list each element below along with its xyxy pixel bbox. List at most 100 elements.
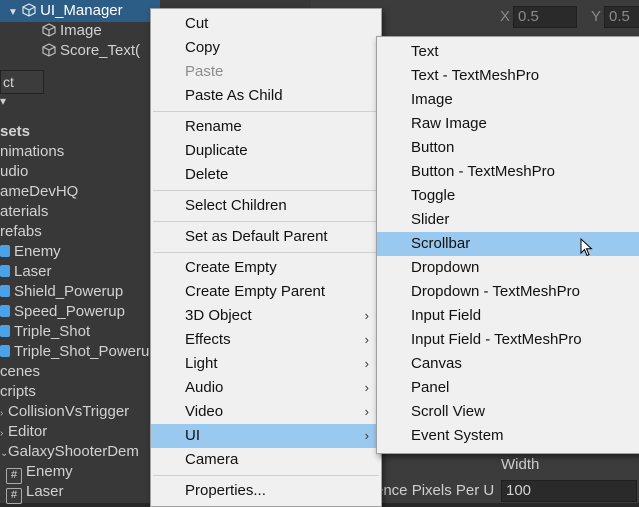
menu-item-select-children[interactable]: Select Children — [151, 194, 381, 218]
menu-separator — [153, 111, 379, 112]
submenu-item-scroll-view[interactable]: Scroll View — [377, 400, 639, 424]
project-item-shield-powerup[interactable]: Shield_Powerup — [0, 282, 123, 302]
project-item-laser-prefab[interactable]: Laser — [0, 262, 52, 282]
menu-item-paste[interactable]: Paste — [151, 60, 381, 84]
item-label: Triple_Shot_Poweru — [14, 343, 150, 360]
project-folder-editor[interactable]: › Editor — [0, 422, 47, 442]
item-label: Triple_Shot — [14, 323, 91, 340]
submenu-item-toggle[interactable]: Toggle — [377, 184, 639, 208]
script-hash-icon: # — [6, 488, 22, 504]
submenu-arrow-icon: › — [364, 356, 369, 371]
submenu-item-image[interactable]: Image — [377, 88, 639, 112]
menu-item-effects[interactable]: Effects › — [151, 328, 381, 352]
submenu-item-slider[interactable]: Slider — [377, 208, 639, 232]
menu-item-ui[interactable]: UI › — [151, 424, 381, 448]
project-folder-gamedevhq[interactable]: ameDevHQ — [0, 182, 78, 202]
menu-item-set-default-parent[interactable]: Set as Default Parent — [151, 225, 381, 249]
menu-item-delete[interactable]: Delete — [151, 163, 381, 187]
project-folder-galaxyshooterdemo[interactable]: ⌄GalaxyShooterDem — [0, 442, 139, 462]
folder-arrow-icon[interactable]: › — [0, 404, 8, 424]
hierarchy-label: Score_Text( — [60, 42, 141, 59]
project-item-laser-script[interactable]: # Laser — [6, 482, 64, 504]
hierarchy-label: UI_Manager — [40, 2, 123, 19]
item-label: Laser — [14, 263, 52, 280]
project-tab[interactable]: ct — [0, 70, 44, 94]
submenu-item-text-textmeshpro[interactable]: Text - TextMeshPro — [377, 64, 639, 88]
width-label: Width — [501, 456, 540, 473]
item-label: Enemy — [26, 463, 73, 480]
item-label: Editor — [8, 423, 48, 440]
hierarchy-item-image[interactable]: Image — [42, 20, 102, 42]
submenu-item-raw-image[interactable]: Raw Image — [377, 112, 639, 136]
chevron-icon: ▾ — [0, 94, 7, 108]
submenu-item-input-field-textmeshpro[interactable]: Input Field - TextMeshPro — [377, 328, 639, 352]
submenu-item-canvas[interactable]: Canvas — [377, 352, 639, 376]
project-folder-materials[interactable]: aterials — [0, 202, 48, 222]
y-field[interactable]: 0.5 — [604, 6, 639, 28]
reference-ppu-field[interactable]: 100 — [501, 480, 637, 502]
project-folder-prefabs[interactable]: refabs — [0, 222, 42, 242]
submenu-item-event-system[interactable]: Event System — [377, 424, 639, 448]
project-folder-collisionvstrigger[interactable]: › CollisionVsTrigger — [0, 402, 129, 422]
project-item-enemy-script[interactable]: # Enemy — [6, 462, 73, 484]
menu-separator — [153, 252, 379, 253]
gameobject-cube-icon — [42, 43, 56, 57]
x-field[interactable]: 0.5 — [513, 6, 577, 28]
ui-submenu: Text Text - TextMeshPro Image Raw Image … — [376, 36, 639, 454]
menu-separator — [153, 190, 379, 191]
submenu-item-scrollbar[interactable]: Scrollbar — [377, 232, 639, 256]
menu-item-create-empty[interactable]: Create Empty — [151, 256, 381, 280]
item-label: Shield_Powerup — [14, 283, 124, 300]
prefab-icon — [0, 265, 10, 277]
menu-item-cut[interactable]: Cut — [151, 12, 381, 36]
hierarchy-item-ui-manager[interactable]: ▼ UI_Manager — [0, 0, 160, 22]
prefab-icon — [0, 345, 10, 357]
mouse-cursor-icon — [580, 238, 593, 257]
project-folder-scenes[interactable]: cenes — [0, 362, 40, 382]
menu-separator — [153, 221, 379, 222]
project-folder-animations[interactable]: nimations — [0, 142, 64, 162]
menu-item-camera[interactable]: Camera — [151, 448, 381, 472]
submenu-item-button[interactable]: Button — [377, 136, 639, 160]
menu-item-video[interactable]: Video › — [151, 400, 381, 424]
submenu-item-dropdown-textmeshpro[interactable]: Dropdown - TextMeshPro — [377, 280, 639, 304]
folder-arrow-icon[interactable]: › — [0, 424, 8, 444]
hierarchy-context-menu: Cut Copy Paste Paste As Child Rename Dup… — [150, 8, 382, 507]
submenu-item-input-field[interactable]: Input Field — [377, 304, 639, 328]
submenu-arrow-icon: › — [364, 404, 369, 419]
project-item-triple-shot[interactable]: Triple_Shot — [0, 322, 90, 342]
menu-item-light[interactable]: Light › — [151, 352, 381, 376]
item-label: Enemy — [14, 243, 61, 260]
menu-item-copy[interactable]: Copy — [151, 36, 381, 60]
submenu-arrow-icon: › — [364, 308, 369, 323]
project-folder-assets[interactable]: sets — [0, 122, 30, 142]
menu-item-properties[interactable]: Properties... — [151, 479, 381, 503]
menu-item-create-empty-parent[interactable]: Create Empty Parent — [151, 280, 381, 304]
hierarchy-item-score-text[interactable]: Score_Text( — [42, 40, 140, 62]
collapse-arrow-icon[interactable]: ▼ — [8, 7, 18, 18]
submenu-item-button-textmeshpro[interactable]: Button - TextMeshPro — [377, 160, 639, 184]
item-label: CollisionVsTrigger — [8, 403, 130, 420]
reference-ppu-label: ence Pixels Per U — [375, 482, 495, 499]
prefab-icon — [0, 285, 10, 297]
menu-item-audio[interactable]: Audio › — [151, 376, 381, 400]
submenu-arrow-icon: › — [364, 428, 369, 443]
submenu-arrow-icon: › — [364, 332, 369, 347]
folder-arrow-icon[interactable]: ⌄ — [0, 444, 8, 464]
y-label: Y — [591, 8, 602, 25]
menu-item-3d-object[interactable]: 3D Object › — [151, 304, 381, 328]
submenu-item-panel[interactable]: Panel — [377, 376, 639, 400]
project-folder-scripts[interactable]: cripts — [0, 382, 36, 402]
prefab-icon — [0, 305, 10, 317]
project-item-enemy-prefab[interactable]: Enemy — [0, 242, 61, 262]
item-label: Speed_Powerup — [14, 303, 125, 320]
menu-item-duplicate[interactable]: Duplicate — [151, 139, 381, 163]
submenu-item-text[interactable]: Text — [377, 40, 639, 64]
menu-item-rename[interactable]: Rename — [151, 115, 381, 139]
item-label: Laser — [26, 483, 64, 500]
menu-item-paste-as-child[interactable]: Paste As Child — [151, 84, 381, 108]
project-folder-audio[interactable]: udio — [0, 162, 28, 182]
project-item-speed-powerup[interactable]: Speed_Powerup — [0, 302, 125, 322]
submenu-item-dropdown[interactable]: Dropdown — [377, 256, 639, 280]
project-item-triple-shot-powerup[interactable]: Triple_Shot_Poweru — [0, 342, 149, 362]
